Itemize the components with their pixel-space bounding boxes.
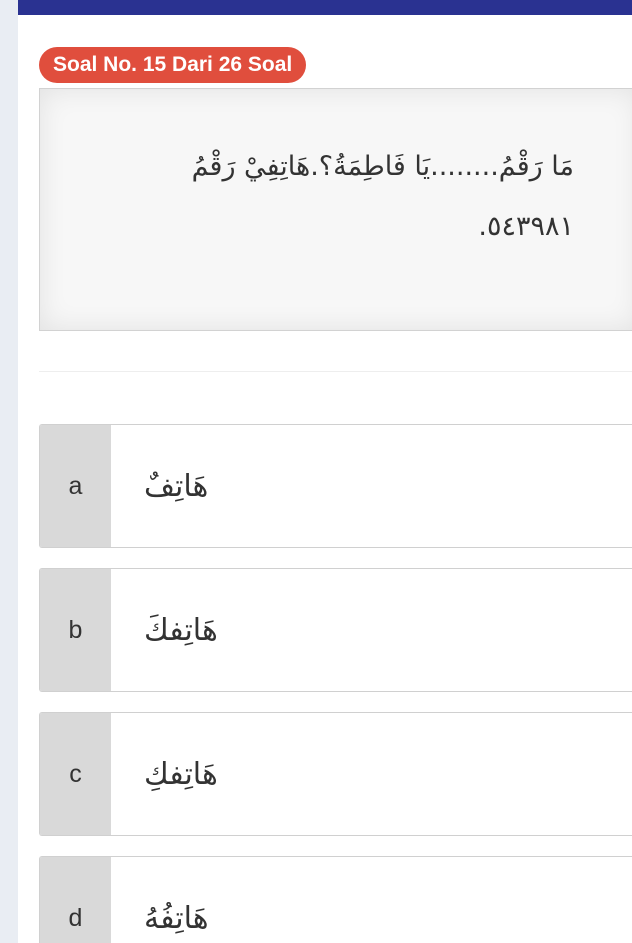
option-text: هَاتِفكِ <box>144 756 218 792</box>
option-c[interactable]: c هَاتِفكِ <box>39 712 632 836</box>
option-b[interactable]: b هَاتِفكَ <box>39 568 632 692</box>
top-header-bar <box>18 0 632 15</box>
option-text: هَاتِفُهُ <box>144 900 209 936</box>
quiz-page: Soal No. 15 Dari 26 Soal مَا رَقْمُ.....… <box>0 0 632 943</box>
question-box: مَا رَقْمُ........يَا فَاطِمَةُ؟.هَاتِفِ… <box>39 88 632 331</box>
option-letter: b <box>40 569 111 691</box>
question-text: مَا رَقْمُ........يَا فَاطِمَةُ؟.هَاتِفِ… <box>191 151 574 242</box>
option-letter: c <box>40 713 111 835</box>
option-a[interactable]: a هَاتِفٌ <box>39 424 632 548</box>
option-text: هَاتِفكَ <box>144 612 218 648</box>
option-letter: d <box>40 857 111 943</box>
divider <box>39 371 632 372</box>
option-d[interactable]: d هَاتِفُهُ <box>39 856 632 943</box>
option-letter: a <box>40 425 111 547</box>
option-text: هَاتِفٌ <box>144 468 209 504</box>
left-rail <box>0 0 18 943</box>
question-number-badge: Soal No. 15 Dari 26 Soal <box>39 47 307 83</box>
